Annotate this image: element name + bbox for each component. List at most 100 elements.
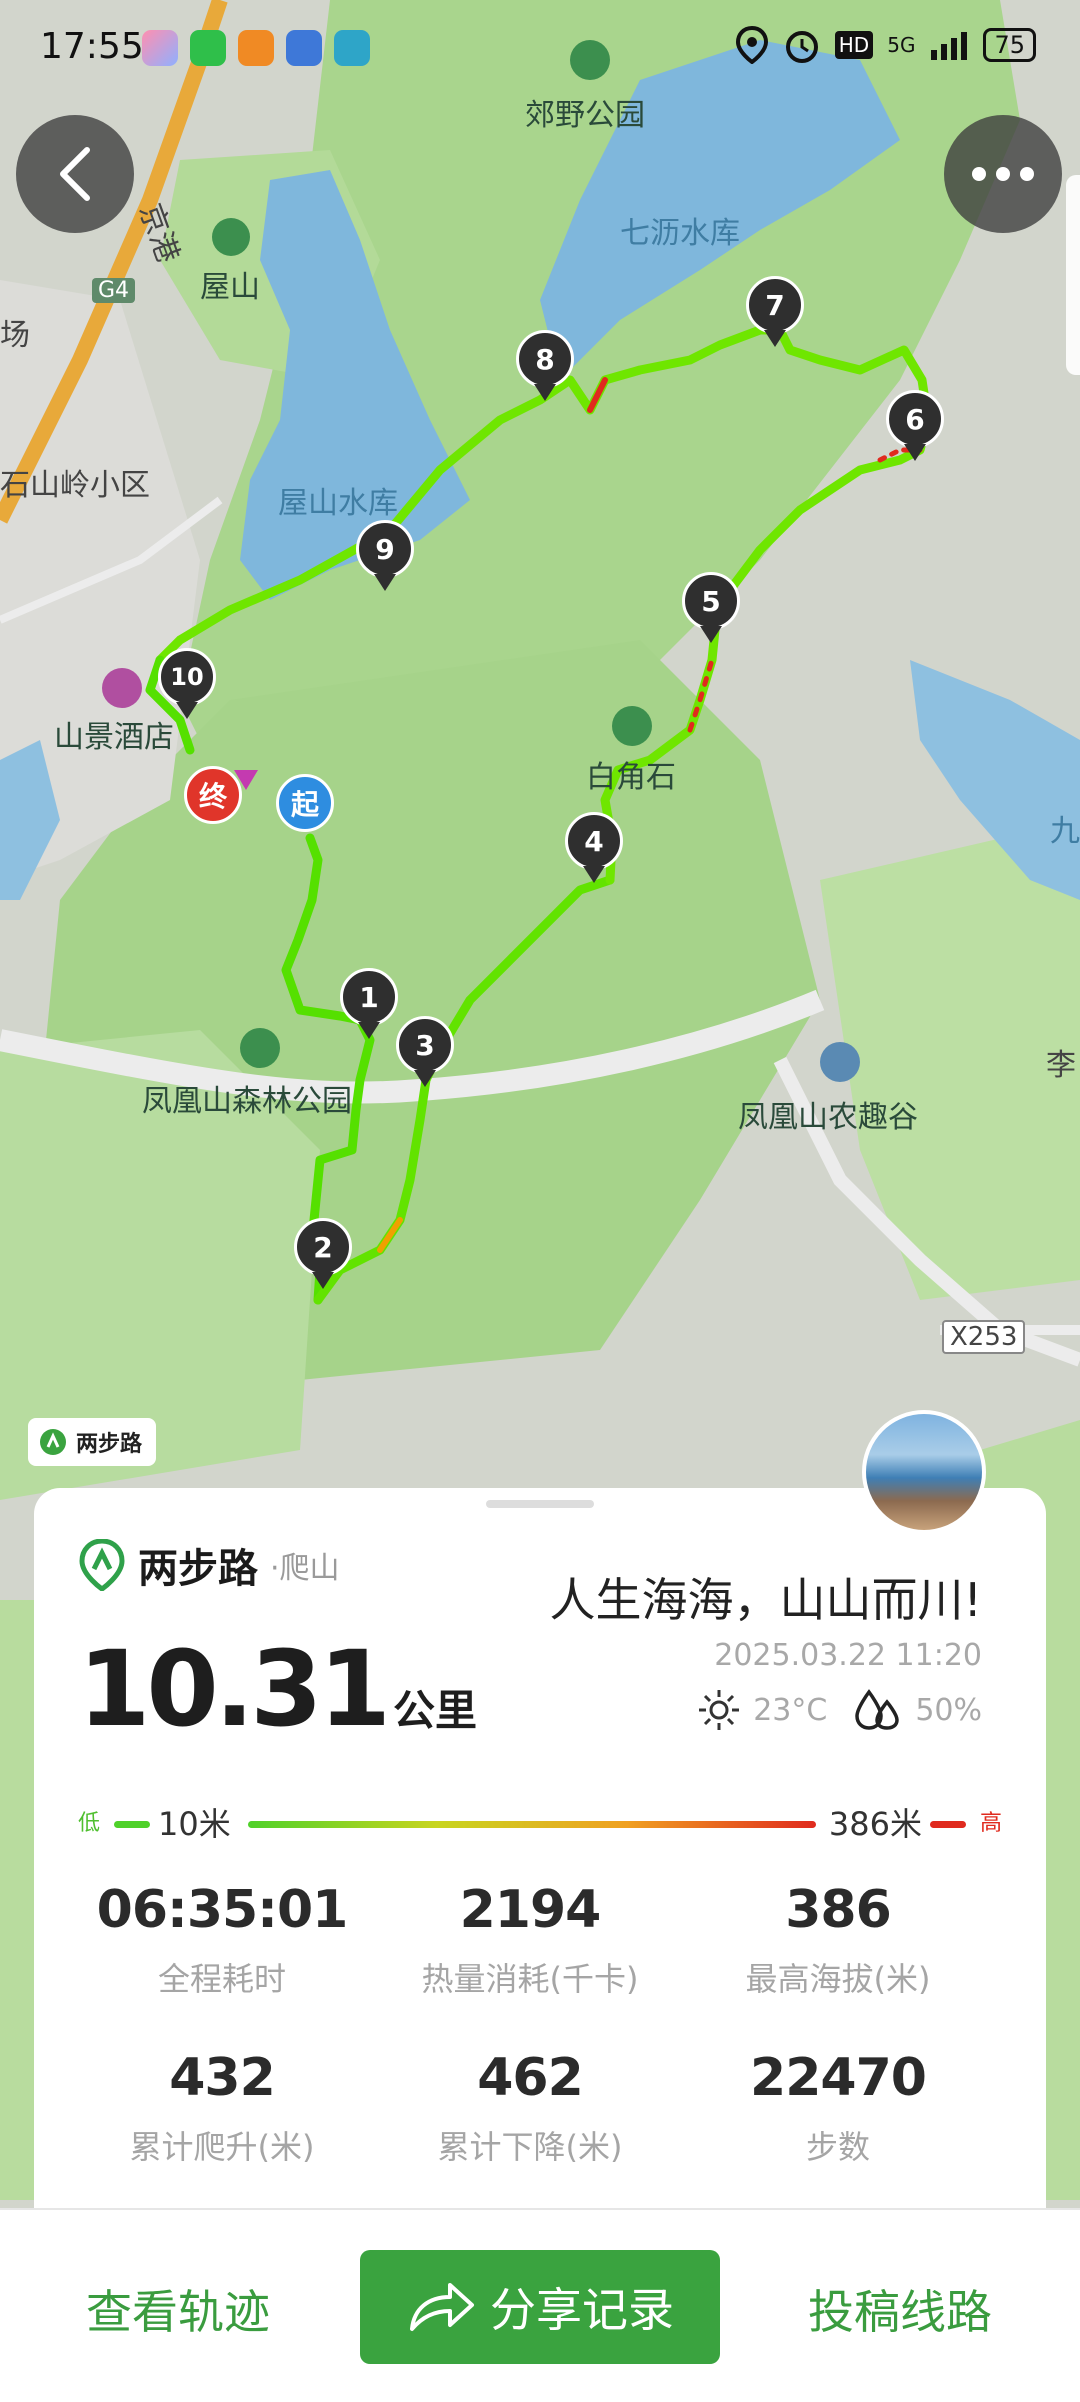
start-badge[interactable]: 起 [276, 774, 334, 832]
stat-duration: 06:35:01 全程耗时 [68, 1880, 376, 2000]
stat-calories: 2194 热量消耗(千卡) [376, 1880, 684, 2000]
route-marker-1[interactable]: 1 [340, 968, 398, 1039]
submit-route-button[interactable]: 投稿线路 [808, 2276, 992, 2342]
peak-poi-icon [612, 706, 652, 746]
route-marker-4[interactable]: 4 [565, 812, 623, 883]
brand-header: 两步路 ·爬山 [78, 1536, 340, 1594]
farm-poi-icon [820, 1042, 860, 1082]
end-flag-icon [234, 770, 258, 790]
stat-total-descent: 462 累计下降(米) [376, 2048, 684, 2168]
map-label-reservoir-left: 屋山水库 [278, 486, 398, 521]
stat-label: 步数 [805, 2128, 870, 2166]
distance-value: 10.31 [78, 1628, 391, 1750]
route-marker-7[interactable]: 7 [746, 276, 804, 347]
stat-label: 累计下降(米) [437, 2128, 623, 2166]
side-drawer-handle[interactable] [1066, 175, 1080, 375]
stat-value: 432 [169, 2048, 276, 2108]
slogan: 人生海海，山山而川! [549, 1573, 982, 1627]
hotel-poi-icon [102, 668, 142, 708]
stat-label: 最高海拔(米) [745, 1960, 931, 1998]
status-bar: 17:55 HD 5G 75 [0, 0, 1080, 100]
forest-park-poi-icon [240, 1028, 280, 1068]
more-dots-icon [972, 167, 1034, 181]
mountain-poi-icon [212, 218, 250, 256]
map-label-edge-1: 九 [1050, 814, 1080, 849]
stat-value: 22470 [750, 2048, 927, 2108]
hd-indicator: HD [834, 31, 874, 59]
location-icon [735, 26, 768, 64]
map-label-road-code: X253 [942, 1320, 1026, 1354]
clipboard-app-icon [286, 30, 322, 66]
brand-logo-icon [79, 1539, 125, 1591]
route-marker-9[interactable]: 9 [356, 520, 414, 591]
back-button[interactable] [16, 115, 134, 233]
more-button[interactable] [944, 115, 1062, 233]
distance: 10.31 公里 [78, 1628, 477, 1750]
legend-low-swatch [114, 1821, 150, 1828]
stat-max-altitude: 386 最高海拔(米) [684, 1880, 992, 2000]
route-marker-8[interactable]: 8 [516, 330, 574, 401]
distance-unit: 公里 [392, 1686, 477, 1735]
stat-total-ascent: 432 累计爬升(米) [68, 2048, 376, 2168]
stat-label: 累计爬升(米) [129, 2128, 315, 2166]
status-indicators: HD 5G 75 [735, 26, 1036, 64]
route-marker-5[interactable]: 5 [682, 572, 740, 643]
route-marker-2[interactable]: 2 [294, 1218, 352, 1289]
route-marker-6[interactable]: 6 [886, 390, 944, 461]
map-label-reservoir-top: 七沥水库 [620, 216, 740, 251]
share-record-label: 分享记录 [490, 2283, 674, 2337]
stat-value: 462 [477, 2048, 584, 2108]
legend-max-value: 386米 [828, 1805, 922, 1843]
signal-icon [931, 32, 968, 60]
bottom-action-bar: 查看轨迹 分享记录 投稿线路 [0, 2208, 1080, 2402]
map-label-hotel: 山景酒店 [54, 720, 174, 755]
map-label-edge-2: 李 [1046, 1048, 1076, 1083]
stats-grid: 06:35:01 全程耗时 2194 热量消耗(千卡) 386 最高海拔(米) … [68, 1880, 992, 2168]
temperature: 23°C [753, 1692, 828, 1728]
stat-value: 06:35:01 [96, 1880, 349, 1940]
stat-value: 386 [785, 1880, 892, 1940]
gallery-app-icon [142, 30, 178, 66]
share-record-button[interactable]: 分享记录 [360, 2250, 720, 2364]
humidity: 50% [915, 1692, 982, 1728]
map-label-highway-code: G4 [92, 278, 136, 303]
route-marker-10[interactable]: 10 [158, 648, 216, 719]
legend-min-value: 10米 [158, 1805, 231, 1843]
view-track-button[interactable]: 查看轨迹 [86, 2276, 270, 2342]
battery-indicator: 75 [983, 28, 1036, 62]
stat-label: 全程耗时 [157, 1960, 286, 1998]
map-label-peak: 白角石 [586, 760, 676, 795]
map-label-residential: 石山岭小区 [0, 468, 150, 503]
wechat-icon [190, 30, 226, 66]
notification-app-icon [238, 30, 274, 66]
map-label-farm: 凤凰山农趣谷 [738, 1100, 918, 1135]
legend-high-label: 高 [979, 1811, 1002, 1836]
activity-type: ·爬山 [270, 1551, 340, 1586]
alarm-icon [785, 31, 818, 63]
route-marker-3[interactable]: 3 [396, 1016, 454, 1087]
card-grabber[interactable] [486, 1500, 594, 1508]
back-chevron-icon [60, 147, 90, 201]
share-arrow-icon [410, 2283, 474, 2331]
watermark-text: 两步路 [76, 1432, 143, 1457]
legend-high-swatch [930, 1821, 966, 1828]
brand-logo-icon [40, 1429, 66, 1455]
humidity-icon [855, 1689, 900, 1730]
stat-value: 2194 [459, 1880, 602, 1940]
map-label-forest-park: 凤凰山森林公园 [142, 1084, 352, 1119]
map-watermark: 两步路 [28, 1418, 157, 1466]
altitude-gradient-bar [248, 1821, 816, 1828]
altitude-legend: 低 10米 386米 高 [78, 1804, 1002, 1844]
weather: 23°C 50% [697, 1688, 982, 1732]
record-datetime: 2025.03.22 11:20 [714, 1638, 982, 1673]
status-time: 17:55 [40, 26, 144, 67]
compass-app-icon [334, 30, 370, 66]
track-summary-card: 两步路 ·爬山 人生海海，山山而川! 10.31 公里 2025.03.22 1… [34, 1488, 1046, 2248]
legend-low-label: 低 [78, 1811, 101, 1836]
sun-icon [699, 1690, 740, 1730]
map-label-mountain: 屋山 [200, 270, 260, 305]
stat-label: 热量消耗(千卡) [421, 1960, 639, 1998]
user-avatar[interactable] [862, 1410, 986, 1534]
network-indicator: 5G [887, 33, 916, 57]
map-label-area: 场 [0, 318, 30, 353]
